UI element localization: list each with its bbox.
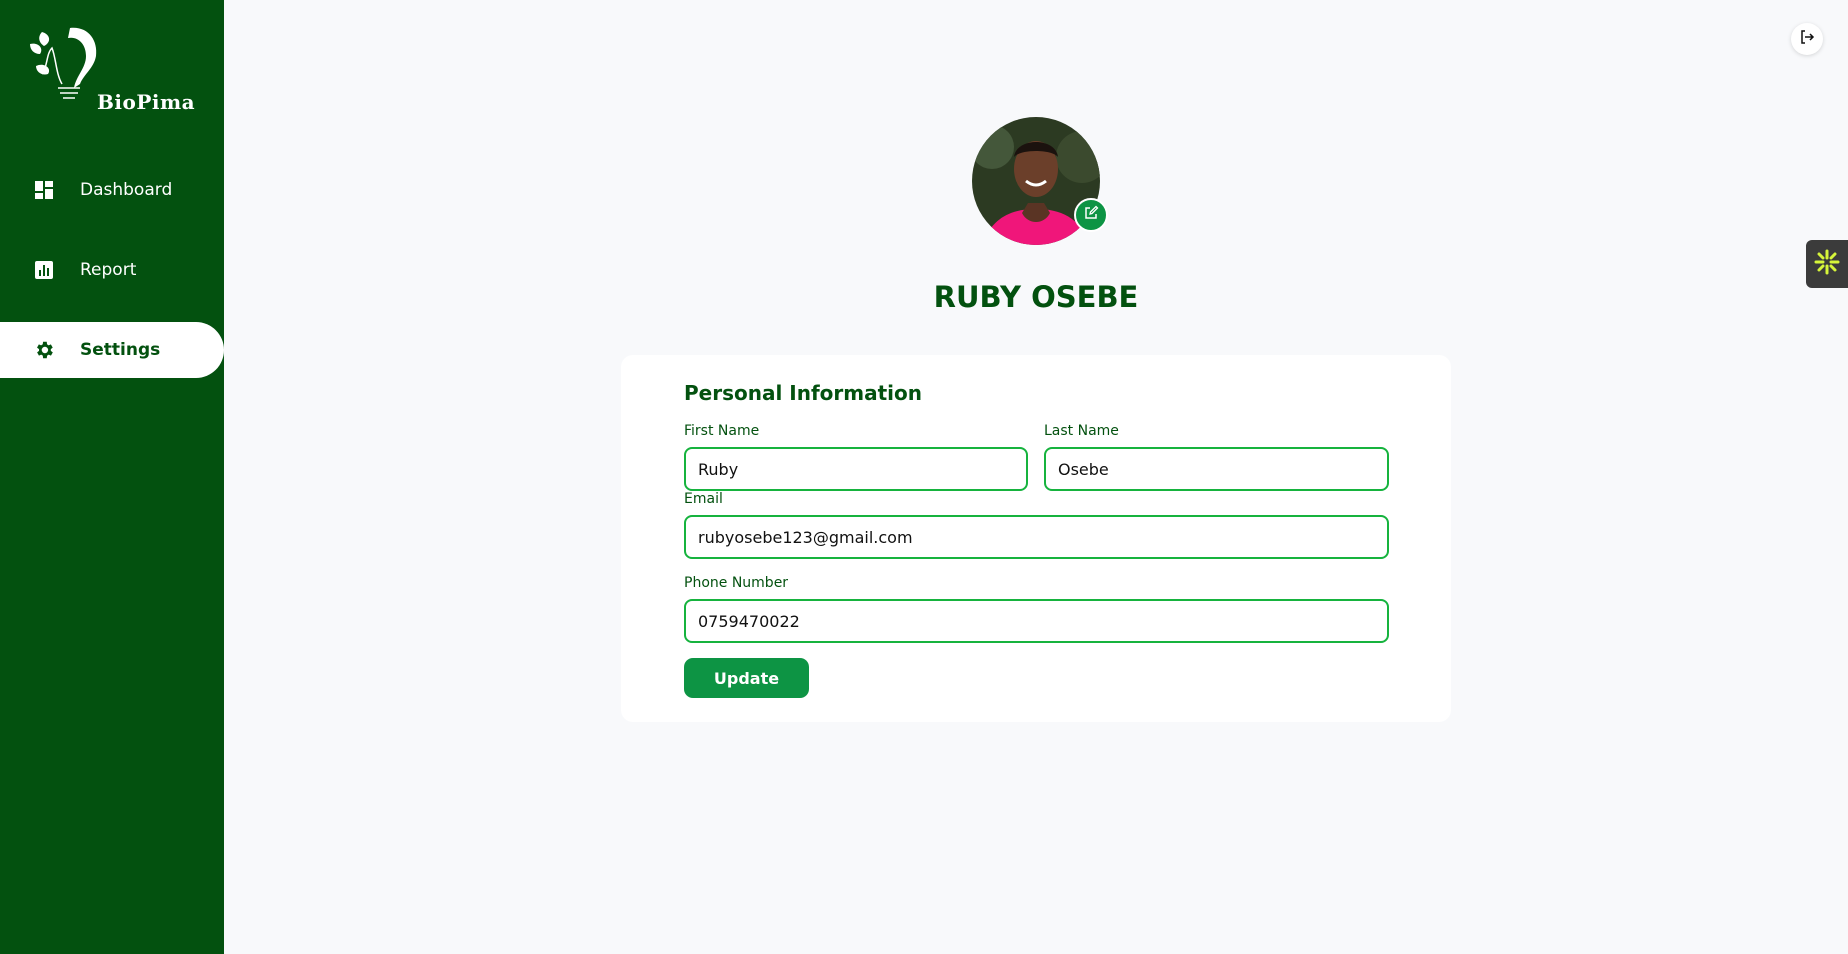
sidebar: BioPima Dashboard Report Settings — [0, 0, 224, 954]
email-field[interactable] — [684, 515, 1389, 559]
personal-information-card: Personal Information First Name Last Nam… — [621, 355, 1451, 722]
sparkle-icon — [1813, 248, 1841, 280]
assistant-widget-button[interactable] — [1806, 240, 1848, 288]
brand-name: BioPima — [97, 90, 196, 114]
profile-name: RUBY OSEBE — [933, 280, 1139, 314]
sidebar-item-label: Report — [80, 260, 137, 280]
last-name-field[interactable] — [1044, 447, 1389, 491]
bar-chart-icon — [33, 259, 55, 281]
sidebar-item-report[interactable]: Report — [0, 242, 224, 298]
lightbulb-leaf-icon — [30, 27, 97, 99]
logout-button[interactable] — [1791, 23, 1823, 55]
update-button[interactable]: Update — [684, 658, 809, 698]
section-title: Personal Information — [684, 381, 922, 405]
sidebar-item-dashboard[interactable]: Dashboard — [0, 162, 224, 218]
email-label: Email — [684, 491, 723, 507]
dashboard-icon — [33, 179, 55, 201]
sidebar-item-label: Dashboard — [80, 180, 173, 200]
phone-field[interactable] — [684, 599, 1389, 643]
edit-icon — [1083, 205, 1099, 225]
first-name-label: First Name — [684, 423, 760, 439]
sidebar-item-label: Settings — [80, 340, 161, 360]
first-name-field[interactable] — [684, 447, 1028, 491]
edit-avatar-button[interactable] — [1074, 198, 1108, 232]
sidebar-item-settings[interactable]: Settings — [0, 322, 224, 378]
last-name-label: Last Name — [1044, 423, 1119, 439]
logout-icon — [1799, 29, 1815, 49]
phone-label: Phone Number — [684, 575, 789, 591]
brand-logo[interactable]: BioPima — [22, 18, 202, 118]
gear-icon — [33, 339, 55, 361]
